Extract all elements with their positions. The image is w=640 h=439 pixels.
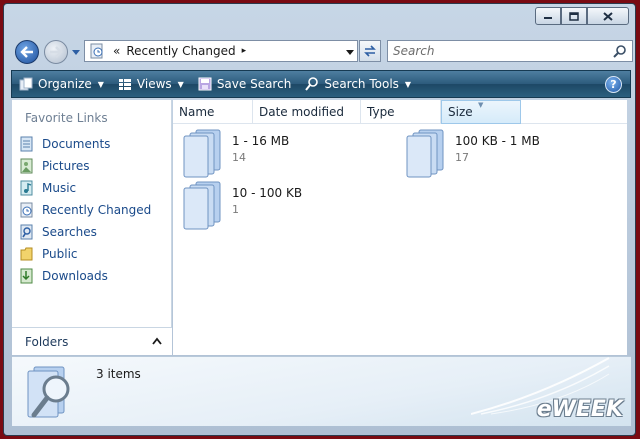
group-tile[interactable]: 1 - 16 MB 14 [182,128,289,178]
column-header-size[interactable]: ▼ Size [441,100,521,124]
sidebar-item-searches[interactable]: Searches [20,221,151,243]
organize-label: Organize [38,77,92,91]
sidebar-item-recently-changed[interactable]: Recently Changed [20,199,151,221]
close-button[interactable] [587,7,629,25]
sidebar-item-downloads[interactable]: Downloads [20,265,151,287]
organize-icon [19,77,33,91]
group-count: 1 [232,203,239,216]
searches-icon [20,224,33,240]
pictures-icon [20,158,33,174]
views-dropdown-icon: ▼ [177,79,184,89]
downloads-icon [20,268,33,284]
search-tools-label: Search Tools [324,77,399,91]
group-name: 10 - 100 KB [232,186,303,200]
sidebar-item-music[interactable]: Music [20,177,151,199]
column-header-label: Size [448,105,473,119]
window-caption-buttons [535,7,629,25]
address-dropdown-icon[interactable] [345,47,355,57]
sidebar-item-documents[interactable]: Documents [20,133,151,155]
recently-changed-icon [20,202,33,218]
group-count: 14 [232,151,246,164]
file-stack-icon [183,129,221,178]
public-folder-icon [20,247,33,261]
save-icon [198,77,212,91]
forward-button[interactable] [44,40,68,64]
address-overflow-chevron[interactable]: « [113,44,120,58]
file-stack-icon [183,181,221,230]
column-header-label: Name [179,105,215,119]
save-search-button[interactable]: Save Search [191,71,299,97]
sidebar-item-public[interactable]: Public [20,243,151,265]
search-folder-icon [27,366,70,418]
explorer-window: « Recently Changed ▸ Search Organize ▼ V… [3,3,636,436]
file-list-pane: Name Date modified Type ▼ Size 1 - 16 MB… [173,100,627,355]
group-tile[interactable]: 100 KB - 1 MB 17 [405,128,540,178]
group-count: 17 [455,151,469,164]
search-placeholder: Search [393,44,435,58]
folders-bar[interactable]: Folders [12,327,172,355]
organize-menu[interactable]: Organize ▼ [12,71,111,97]
column-header-type[interactable]: Type [361,100,441,124]
sidebar-item-label: Music [42,181,77,195]
help-icon: ? [610,78,617,91]
column-header-label: Date modified [259,105,345,119]
sidebar-item-pictures[interactable]: Pictures [20,155,151,177]
sidebar-item-label: Pictures [42,159,90,173]
maximize-icon [569,11,579,21]
sidebar-item-label: Recently Changed [42,203,152,217]
refresh-button[interactable] [359,40,381,62]
navigation-pane: Favorite Links Documents Pictures Music … [12,100,172,355]
file-stack-icon [406,129,444,178]
address-bar[interactable]: « Recently Changed ▸ [84,40,358,62]
favorite-links-list: Documents Pictures Music Recently Change… [20,133,151,287]
group-name: 1 - 16 MB [232,134,290,148]
command-toolbar: Organize ▼ Views ▼ Save Search Search To… [11,70,631,98]
documents-icon [20,136,33,152]
sort-indicator-icon: ▼ [478,101,484,109]
history-dropdown-icon[interactable] [71,47,81,57]
views-label: Views [136,77,172,91]
views-icon [118,79,131,90]
address-breadcrumb-arrow[interactable]: ▸ [242,46,247,56]
maximize-button[interactable] [561,7,587,25]
search-tools-icon [305,77,319,91]
search-icon[interactable] [613,44,627,58]
column-header-name[interactable]: Name [173,100,253,124]
close-icon [603,11,613,21]
recently-changed-icon [90,43,103,59]
eweek-logo: eWEEK [536,397,623,422]
chevron-up-icon[interactable] [152,337,162,345]
forward-arrow-icon [50,46,63,58]
item-count-text: 3 items [96,367,141,381]
minimize-button[interactable] [535,7,561,25]
music-icon [20,180,33,196]
help-button[interactable]: ? [605,76,622,93]
organize-dropdown-icon: ▼ [97,79,104,89]
favorite-links-title: Favorite Links [25,111,108,125]
refresh-icon [364,45,376,57]
column-header-date-modified[interactable]: Date modified [253,100,361,124]
group-name: 100 KB - 1 MB [455,134,540,148]
details-pane: 3 items eWEEK [12,356,631,426]
column-headers: Name Date modified Type ▼ Size [173,100,627,124]
search-input[interactable]: Search [387,40,633,62]
sidebar-item-label: Documents [42,137,111,151]
views-menu[interactable]: Views ▼ [111,71,191,97]
column-header-label: Type [367,105,395,119]
back-arrow-icon [20,46,33,58]
group-tile[interactable]: 10 - 100 KB 1 [182,180,302,230]
save-search-label: Save Search [216,77,292,91]
back-button[interactable] [15,40,39,64]
folders-label: Folders [25,334,69,349]
sidebar-item-label: Public [42,247,78,261]
sidebar-item-label: Searches [42,225,97,239]
sidebar-item-label: Downloads [42,269,108,283]
address-current-location[interactable]: Recently Changed [126,44,235,58]
navigation-bar: « Recently Changed ▸ Search [11,37,633,67]
search-tools-menu[interactable]: Search Tools ▼ [298,71,418,97]
minimize-icon [544,17,552,19]
search-tools-dropdown-icon: ▼ [404,79,412,89]
